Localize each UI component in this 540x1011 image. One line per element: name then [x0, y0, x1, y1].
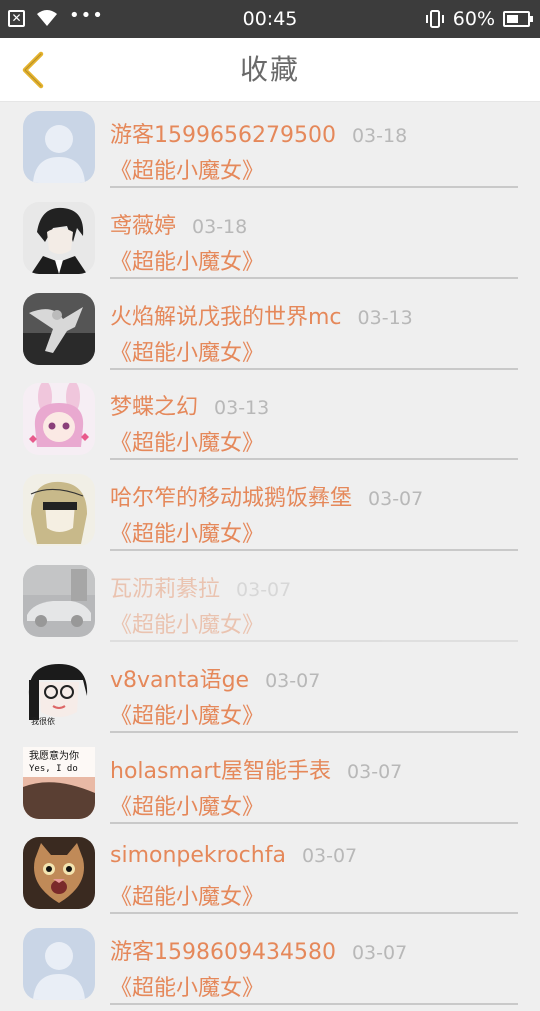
favorite-date: 03-07 — [236, 578, 292, 601]
sports-car-avatar[interactable] — [23, 564, 95, 637]
user-name: 梦蝶之幻 — [110, 395, 199, 421]
item-text: simonpekrochfa 03-07 《超能小魔女》 — [110, 843, 518, 915]
list-item[interactable]: 我很依 v8vanta语ge 03-07 《超能小魔女》 — [0, 648, 540, 739]
book-title[interactable]: 《超能小魔女》 — [110, 879, 518, 911]
sketch-girl-avatar[interactable] — [23, 474, 95, 547]
avatar-caption: 我很依 — [31, 716, 55, 726]
vibrate-icon — [425, 10, 444, 28]
item-text: holasmart屋智能手表 03-07 《超能小魔女》 — [110, 753, 518, 824]
favorite-date: 03-07 — [265, 669, 321, 692]
list-item[interactable]: 鸢薇婷 03-18 《超能小魔女》 — [0, 194, 540, 285]
list-item[interactable]: 瓦沥莉綦拉 03-07 《超能小魔女》 — [0, 557, 540, 648]
user-name: holasmart屋智能手表 — [110, 758, 332, 784]
book-title[interactable]: 《超能小魔女》 — [110, 516, 518, 548]
favorite-date: 03-07 — [347, 760, 403, 783]
battery-fill — [507, 15, 519, 23]
user-name: v8vanta语ge — [110, 667, 250, 693]
book-title[interactable]: 《超能小魔女》 — [110, 244, 518, 276]
list-item[interactable]: 梦蝶之幻 03-13 《超能小魔女》 — [0, 375, 540, 466]
nav-bar: 收藏 — [0, 38, 540, 102]
avatar-text-line2: Yes, I do — [29, 764, 78, 774]
favorite-date: 03-07 — [351, 942, 408, 965]
favorite-date: 03-13 — [214, 397, 270, 420]
list-item[interactable]: 我愿意为你 Yes, I do holasmart屋智能手表 03-07 《超能… — [0, 739, 540, 830]
item-text: 鸢薇婷 03-18 《超能小魔女》 — [110, 208, 518, 279]
book-title[interactable]: 《超能小魔女》 — [110, 698, 518, 730]
status-right-icons: 60% — [425, 8, 533, 30]
user-name: 哈尔笮的移动城鹅饭彝堡 — [110, 486, 353, 512]
anime-boy-avatar[interactable] — [23, 201, 95, 274]
favorite-date: 03-18 — [192, 215, 248, 238]
user-name: simonpekrochfa — [110, 843, 286, 869]
book-title[interactable]: 《超能小魔女》 — [110, 970, 518, 1002]
favorite-date: 03-18 — [351, 125, 408, 147]
status-bar: ✕ ••• 00:45 60% — [0, 0, 540, 38]
item-text: 梦蝶之幻 03-13 《超能小魔女》 — [110, 389, 518, 461]
item-text: 游客1599656279500 03-18 《超能小魔女》 — [110, 117, 518, 188]
list-item[interactable]: simonpekrochfa 03-07 《超能小魔女》 — [0, 829, 540, 920]
page-title: 收藏 — [239, 53, 300, 86]
user-name: 游客1598609434580 — [110, 940, 336, 966]
favorite-date: 03-13 — [357, 306, 413, 329]
list-item[interactable]: 火焰解说戊我的世界mc 03-13 《超能小魔女》 — [0, 285, 540, 376]
default-avatar[interactable] — [23, 928, 95, 1001]
battery-percent: 60% — [452, 8, 495, 30]
favorites-list: 游客1599656279500 03-18 《超能小魔女》 鸢薇婷 03-18 … — [0, 103, 540, 1011]
text-photo-avatar[interactable]: 我愿意为你 Yes, I do — [23, 746, 95, 819]
default-avatar[interactable] — [23, 111, 95, 183]
item-text: 哈尔笮的移动城鹅饭彝堡 03-07 《超能小魔女》 — [110, 480, 518, 552]
item-text: 火焰解说戊我的世界mc 03-13 《超能小魔女》 — [110, 299, 518, 370]
book-title[interactable]: 《超能小魔女》 — [110, 335, 518, 367]
book-title[interactable]: 《超能小魔女》 — [110, 425, 518, 457]
favorite-date: 03-07 — [301, 845, 358, 868]
list-item[interactable]: 游客1599656279500 03-18 《超能小魔女》 — [0, 103, 540, 194]
cat-avatar[interactable] — [23, 837, 95, 910]
user-name: 火焰解说戊我的世界mc — [110, 304, 342, 330]
avatar-text-line1: 我愿意为你 — [29, 749, 79, 762]
favorite-date: 03-07 — [368, 488, 424, 511]
battery-icon — [503, 11, 533, 27]
book-title[interactable]: 《超能小魔女》 — [110, 153, 518, 185]
user-name: 游客1599656279500 — [110, 123, 336, 148]
list-item[interactable]: 游客1598609434580 03-07 《超能小魔女》 — [0, 920, 540, 1011]
glasses-girl-avatar[interactable]: 我很依 — [23, 655, 95, 728]
dancer-bw-avatar[interactable] — [23, 292, 95, 365]
item-text: 游客1598609434580 03-07 《超能小魔女》 — [110, 934, 518, 1006]
book-title[interactable]: 《超能小魔女》 — [110, 789, 518, 821]
bunny-girl-avatar[interactable] — [23, 383, 95, 456]
list-item[interactable]: 哈尔笮的移动城鹅饭彝堡 03-07 《超能小魔女》 — [0, 466, 540, 557]
user-name: 瓦沥莉綦拉 — [110, 576, 221, 602]
item-text: 瓦沥莉綦拉 03-07 《超能小魔女》 — [110, 571, 518, 642]
item-text: v8vanta语ge 03-07 《超能小魔女》 — [110, 662, 518, 733]
book-title[interactable]: 《超能小魔女》 — [110, 607, 518, 639]
user-name: 鸢薇婷 — [110, 213, 177, 239]
